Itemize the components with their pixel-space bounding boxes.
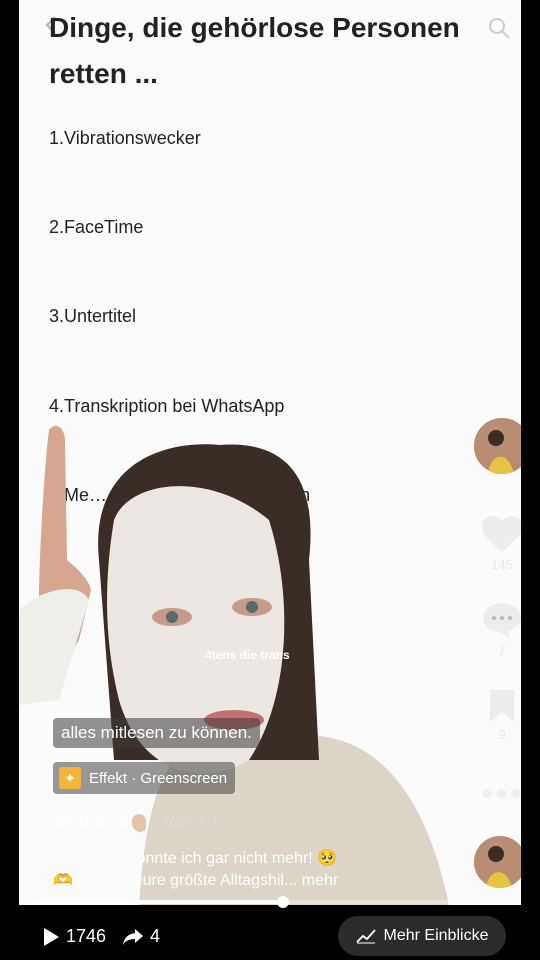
caption-bubble: alles mitlesen zu können. [53, 718, 260, 748]
plays-stat: 1746 [42, 926, 106, 947]
like-button[interactable]: 145 [474, 514, 521, 572]
description-line: 🫶 Was ist eure größte Alltagshil... mehr [53, 872, 339, 889]
user-row[interactable]: deaf.tara · Vor 3 T. [53, 812, 224, 833]
music-disc-avatar[interactable] [474, 836, 521, 888]
play-count: 1746 [66, 926, 107, 946]
effect-chip[interactable]: ✦ Effekt · Greenscreen [53, 762, 236, 794]
video-overlay-text: 4tens die trans [205, 648, 290, 662]
progress-fill [34, 900, 284, 904]
share-arrow-icon [123, 928, 143, 945]
bookmark-icon [490, 690, 514, 722]
insights-label: Mehr Einblicke [383, 927, 489, 944]
play-icon [44, 927, 59, 946]
share-count: 4 [150, 926, 161, 946]
heart-icon [482, 516, 521, 552]
post-date: · Vor 3 T. [152, 812, 224, 832]
save-button[interactable]: 9 [474, 688, 521, 742]
avatar-image [474, 418, 521, 474]
comment-icon [483, 603, 521, 639]
progress-bar[interactable] [34, 896, 504, 908]
creator-avatar[interactable] [474, 418, 521, 474]
comment-button[interactable]: 7 [474, 600, 521, 658]
more-options-icon[interactable]: ●●● [474, 780, 521, 806]
username[interactable]: deaf.tara [53, 812, 128, 833]
insights-button[interactable]: Mehr Einblicke [338, 916, 506, 956]
chart-line-icon [355, 929, 376, 944]
like-count: 145 [491, 557, 513, 572]
effect-label: Effekt · Greenscreen [89, 769, 228, 787]
save-count: 9 [498, 727, 506, 742]
avatar-image [474, 836, 521, 888]
effect-sparkle-icon: ✦ [59, 767, 81, 789]
description-line: ohne nr. 4 könnte ich gar nicht mehr! 🥺 [53, 850, 338, 867]
description[interactable]: ohne nr. 4 könnte ich gar nicht mehr! 🥺 … [53, 848, 443, 892]
comment-count: 7 [498, 643, 506, 658]
progress-knob[interactable] [277, 896, 290, 908]
shares-stat: 4 [122, 926, 160, 947]
bottom-bar: 1746 4 Mehr Einblicke [0, 910, 540, 960]
video-frame[interactable]: Dinge, die gehörlose Personen retten ...… [19, 0, 521, 905]
ear-icon [132, 813, 147, 832]
